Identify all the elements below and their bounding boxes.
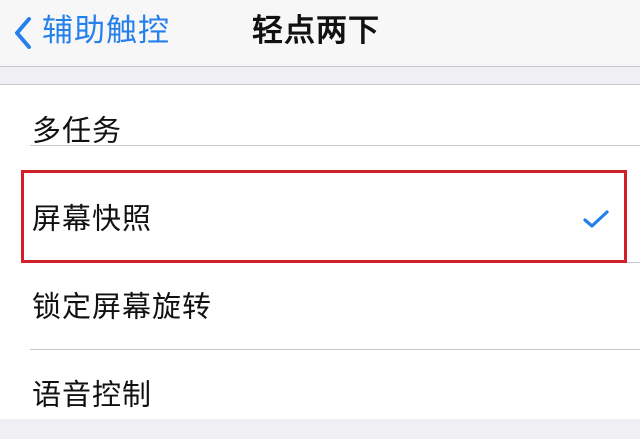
separator <box>30 349 640 350</box>
back-label: 辅助触控 <box>42 12 170 49</box>
list-item-label: 语音控制 <box>32 377 153 412</box>
list-item-multitasking[interactable]: 多任务 <box>0 87 640 175</box>
list-item-lock-rotation[interactable]: 锁定屏幕旋转 <box>0 263 640 351</box>
list-item-screenshot[interactable]: 屏幕快照 <box>0 175 640 263</box>
section-gap <box>0 67 640 84</box>
list-item-label: 锁定屏幕旋转 <box>32 289 213 324</box>
list-item-voice-control[interactable]: 语音控制 <box>0 351 640 439</box>
list-item-label: 屏幕快照 <box>32 201 153 236</box>
options-list: 多任务 屏幕快照 锁定屏幕旋转 语音控制 <box>0 84 640 419</box>
separator <box>30 145 640 146</box>
page-title: 轻点两下 <box>252 12 380 49</box>
list-item-label: 多任务 <box>32 113 123 148</box>
navigation-bar: 辅助触控 轻点两下 <box>0 0 640 67</box>
chevron-left-icon <box>14 16 32 50</box>
back-button[interactable]: 辅助触控 <box>14 0 170 66</box>
checkmark-icon <box>583 209 609 233</box>
